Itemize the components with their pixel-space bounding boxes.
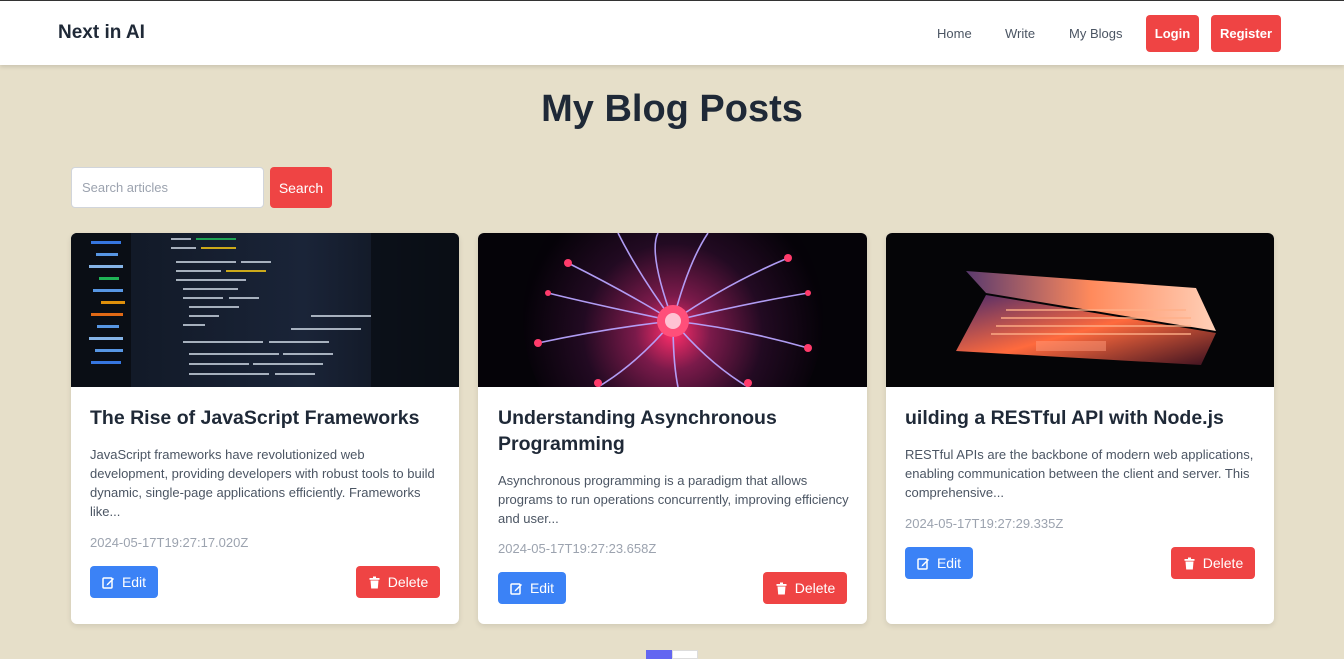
card-title[interactable]: The Rise of JavaScript Frameworks <box>90 405 440 431</box>
register-button[interactable]: Register <box>1211 15 1281 52</box>
card-date: 2024-05-17T19:27:17.020Z <box>90 535 249 550</box>
laptop-image <box>886 233 1274 387</box>
edit-button[interactable]: Edit <box>498 572 566 604</box>
delete-button[interactable]: Delete <box>1171 547 1255 579</box>
plasma-ball-image <box>478 233 867 387</box>
delete-button[interactable]: Delete <box>763 572 847 604</box>
brand-logo[interactable]: Next in AI <box>58 22 145 44</box>
nav-link-home[interactable]: Home <box>937 26 972 41</box>
card-date: 2024-05-17T19:27:29.335Z <box>905 516 1064 531</box>
edit-label: Edit <box>121 574 147 590</box>
edit-label: Edit <box>936 555 962 571</box>
edit-icon <box>102 576 115 589</box>
blog-card: The Rise of JavaScript Frameworks JavaSc… <box>71 233 459 624</box>
edit-label: Edit <box>529 580 555 596</box>
card-date: 2024-05-17T19:27:23.658Z <box>498 541 657 556</box>
delete-label: Delete <box>387 574 429 590</box>
login-button[interactable]: Login <box>1146 15 1199 52</box>
nav-link-my-blogs[interactable]: My Blogs <box>1069 26 1122 41</box>
card-excerpt: JavaScript frameworks have revolutionize… <box>90 447 435 519</box>
delete-button[interactable]: Delete <box>356 566 440 598</box>
card-excerpt: Asynchronous programming is a paradigm t… <box>498 473 849 526</box>
nav-link-write[interactable]: Write <box>1005 26 1035 41</box>
trash-icon <box>368 576 381 589</box>
page-button-active[interactable] <box>646 650 672 659</box>
edit-button[interactable]: Edit <box>90 566 158 598</box>
trash-icon <box>1183 557 1196 570</box>
edit-button[interactable]: Edit <box>905 547 973 579</box>
search-input[interactable] <box>71 167 264 208</box>
trash-icon <box>775 582 788 595</box>
edit-icon <box>917 557 930 570</box>
blog-card: uilding a RESTful API with Node.js RESTf… <box>886 233 1274 624</box>
page-title: My Blog Posts <box>541 88 803 130</box>
blog-card: Understanding Asynchronous Programming A… <box>478 233 867 624</box>
page-button[interactable] <box>672 650 698 659</box>
card-excerpt: RESTful APIs are the backbone of modern … <box>905 447 1254 500</box>
card-title[interactable]: uilding a RESTful API with Node.js <box>905 405 1255 431</box>
edit-icon <box>510 582 523 595</box>
navbar: Next in AI Home Write My Blogs Login Reg… <box>0 0 1344 65</box>
pagination <box>646 650 698 659</box>
search-button[interactable]: Search <box>270 167 332 208</box>
card-title[interactable]: Understanding Asynchronous Programming <box>498 405 848 457</box>
delete-label: Delete <box>794 580 836 596</box>
delete-label: Delete <box>1202 555 1244 571</box>
code-editor-image <box>71 233 459 387</box>
